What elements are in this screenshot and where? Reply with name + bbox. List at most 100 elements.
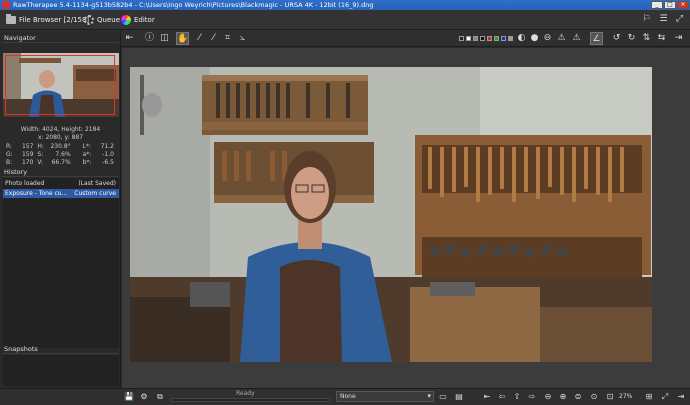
workshop-photo — [130, 67, 652, 362]
output-profile-value: None — [340, 393, 356, 400]
history-list: Photo loaded (Last Saved) Exposure - Ton… — [3, 178, 119, 348]
tab-file-browser-label: File Browser [2/158] — [19, 16, 90, 24]
pixel-row-r: R: 157 H: 230.8° L*: 71.2 — [6, 143, 118, 151]
channel-label: B: — [6, 159, 13, 166]
straighten-icon[interactable]: ⦣ — [236, 32, 249, 45]
flag-icon[interactable]: ⚐ — [641, 14, 652, 25]
zoom-in-icon[interactable]: ⊕ — [557, 391, 569, 403]
channel-value: 170 — [21, 159, 34, 166]
rotate-right-icon[interactable]: ↻ — [625, 32, 638, 45]
bg-color-white[interactable] — [466, 36, 471, 41]
channel-label: V: — [37, 159, 44, 166]
sync-icon[interactable]: ⇧ — [511, 391, 523, 403]
history-item-label: Photo loaded — [5, 180, 45, 187]
gamut-warning-icon[interactable]: ⚠ — [570, 32, 583, 45]
soft-proof-icon[interactable]: ▤ — [453, 391, 465, 403]
app-icon — [2, 1, 10, 9]
bg-color-red[interactable] — [487, 36, 492, 41]
output-profile-select[interactable]: None — [336, 391, 434, 402]
new-detail-window-icon[interactable]: ⊞ — [643, 391, 655, 403]
hide-panel-icon[interactable]: ⇤ — [123, 32, 136, 45]
channel-label: H: — [37, 143, 44, 150]
image-size-label: Width: 4024, Height: 2184 — [20, 126, 101, 133]
tab-editor-label: Editor — [134, 16, 155, 24]
channel-value: 7.6% — [55, 151, 71, 158]
bg-color-blue[interactable] — [501, 36, 506, 41]
tab-queue[interactable]: Queue — [84, 13, 120, 27]
image-preview-area[interactable] — [122, 48, 690, 388]
history-item-value: Custom curve — [74, 190, 116, 197]
send-to-editor-icon[interactable]: ⧉ — [154, 391, 166, 403]
top-tab-bar: File Browser [2/158] Queue Editor ⚐ ☰ ⤢ — [0, 10, 690, 30]
fullscreen-icon[interactable]: ⤢ — [674, 14, 685, 25]
gear-icon — [84, 15, 94, 25]
settings-icon[interactable]: ☰ — [658, 14, 669, 25]
navigator-thumbnail[interactable] — [3, 53, 119, 117]
navigator-view-frame[interactable] — [5, 55, 115, 115]
status-text: Ready — [236, 390, 255, 397]
progress-bar — [171, 398, 331, 402]
preview-image[interactable] — [130, 67, 652, 362]
bg-color-black[interactable] — [459, 36, 464, 41]
minimize-button[interactable]: _ — [651, 1, 663, 9]
info-icon[interactable]: ⓘ — [143, 32, 156, 45]
tab-file-browser[interactable]: File Browser [2/158] — [6, 13, 89, 27]
queue-add-icon[interactable]: ⚙ — [138, 391, 150, 403]
fullscreen-preview-icon[interactable]: ⤢ — [659, 391, 671, 403]
channel-label: L*: — [82, 143, 92, 150]
pixel-row-g: G: 159 S: 7.6% a*: -1.0 — [6, 151, 118, 159]
sharpening-preview-icon[interactable]: ◐ — [515, 32, 528, 45]
snapshots-list — [3, 355, 119, 386]
snapshots-header: Snapshots — [2, 344, 119, 354]
cursor-coords-label: x: 2080, y: 887 — [37, 134, 84, 141]
history-item[interactable]: Photo loaded (Last Saved) — [3, 179, 119, 188]
close-button[interactable]: ✕ — [677, 1, 689, 9]
save-icon[interactable]: 💾 — [123, 391, 135, 403]
bg-color-light[interactable] — [508, 36, 513, 41]
back-icon[interactable]: ⇦ — [496, 391, 508, 403]
zoom-fit-icon[interactable]: ⊙ — [588, 391, 600, 403]
output-profile-icon[interactable]: ▭ — [437, 391, 449, 403]
flip-horizontal-icon[interactable]: ⇆ — [655, 32, 668, 45]
hide-right-panel-icon[interactable]: ⇥ — [675, 391, 687, 403]
channel-label: S: — [37, 151, 44, 158]
navigator-header: Navigator — [2, 33, 119, 43]
focus-mask-icon[interactable]: ● — [528, 32, 541, 45]
shadow-clip-icon[interactable]: ⊖ — [541, 32, 554, 45]
maximize-button[interactable]: □ — [664, 1, 676, 9]
rotate-left-icon[interactable]: ↺ — [610, 32, 623, 45]
previous-image-icon[interactable]: ⇤ — [481, 391, 493, 403]
bg-color-green[interactable] — [494, 36, 499, 41]
folder-icon — [6, 14, 16, 24]
window-title: RawTherapee 5.4-1134-g513b582b4 - C:\Use… — [13, 1, 374, 9]
panel-toggle-icon[interactable]: ⇥ — [672, 32, 685, 45]
highlight-clip-icon[interactable]: ⚠ — [555, 32, 568, 45]
forward-icon[interactable]: ⇨ — [526, 391, 538, 403]
histogram-icon[interactable]: ∠ — [590, 32, 603, 45]
before-after-icon[interactable]: ◫ — [158, 32, 171, 45]
hand-icon[interactable]: ✋ — [176, 32, 189, 45]
flip-vertical-icon[interactable]: ⇅ — [640, 32, 653, 45]
history-item-selected[interactable]: Exposure - Tone cu... Custom curve — [3, 189, 119, 198]
channel-value: 159 — [21, 151, 34, 158]
white-balance-icon[interactable]: ⁄ — [207, 32, 220, 45]
color-picker-icon[interactable]: ⁄ — [193, 32, 206, 45]
zoom-out-icon[interactable]: ⊖ — [542, 391, 554, 403]
channel-value: -1.0 — [102, 151, 114, 158]
channel-label: a*: — [82, 151, 92, 158]
channel-value: 66.7% — [51, 159, 71, 166]
tab-editor[interactable]: Editor — [121, 13, 155, 27]
channel-label: G: — [6, 151, 13, 158]
title-bar: RawTherapee 5.4-1134-g513b582b4 - C:\Use… — [0, 0, 690, 10]
crop-icon[interactable]: ⌗ — [221, 32, 234, 45]
tab-queue-label: Queue — [97, 16, 120, 24]
zoom-100-icon[interactable]: ⊜ — [572, 391, 584, 403]
pixel-row-b: B: 170 V: 66.7% b*: -6.5 — [6, 159, 118, 167]
bg-color-gray[interactable] — [473, 36, 478, 41]
zoom-fit-crop-icon[interactable]: ⊡ — [604, 391, 616, 403]
history-item-value: (Last Saved) — [78, 180, 116, 187]
color-wheel-icon — [121, 15, 131, 25]
bg-color-dark[interactable] — [480, 36, 485, 41]
channel-value: 71.2 — [100, 143, 114, 150]
channel-value: -6.5 — [102, 159, 114, 166]
